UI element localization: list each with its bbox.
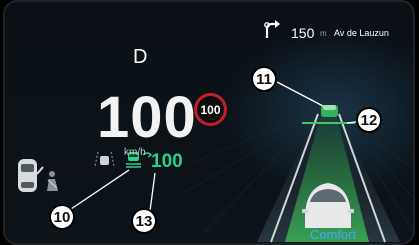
callout-leader-13 [149,172,156,212]
speed-limit-sign: 100 [194,93,227,126]
callout-leader-11 [276,81,324,107]
callout-13: 13 [131,208,157,234]
dashboard-frame: D 100 km/h 100 100 150 m Av de Lauzun Co… [0,0,419,245]
callout-leader-10 [70,169,130,210]
lead-vehicle-icon [321,105,338,117]
seatbelt-icon [47,171,58,191]
current-speed: 100 [97,85,197,150]
lane-assist-icon [94,151,115,167]
car-top-view-icon [18,159,44,192]
turn-right-arrow-icon [264,20,280,38]
nav-distance-unit: m [320,29,327,38]
gear-indicator: D [133,46,148,68]
drive-mode-label: Comfort [310,227,357,242]
speed-limit-value: 100 [200,102,221,117]
callout-11: 11 [251,66,277,92]
speed-unit: km/h [124,147,146,158]
nav-distance: 150 [291,25,315,41]
acc-set-speed: 100 [151,151,183,172]
callout-12: 12 [356,107,382,133]
nav-street-name: Av de Lauzun [334,28,389,38]
callout-10: 10 [49,204,75,230]
